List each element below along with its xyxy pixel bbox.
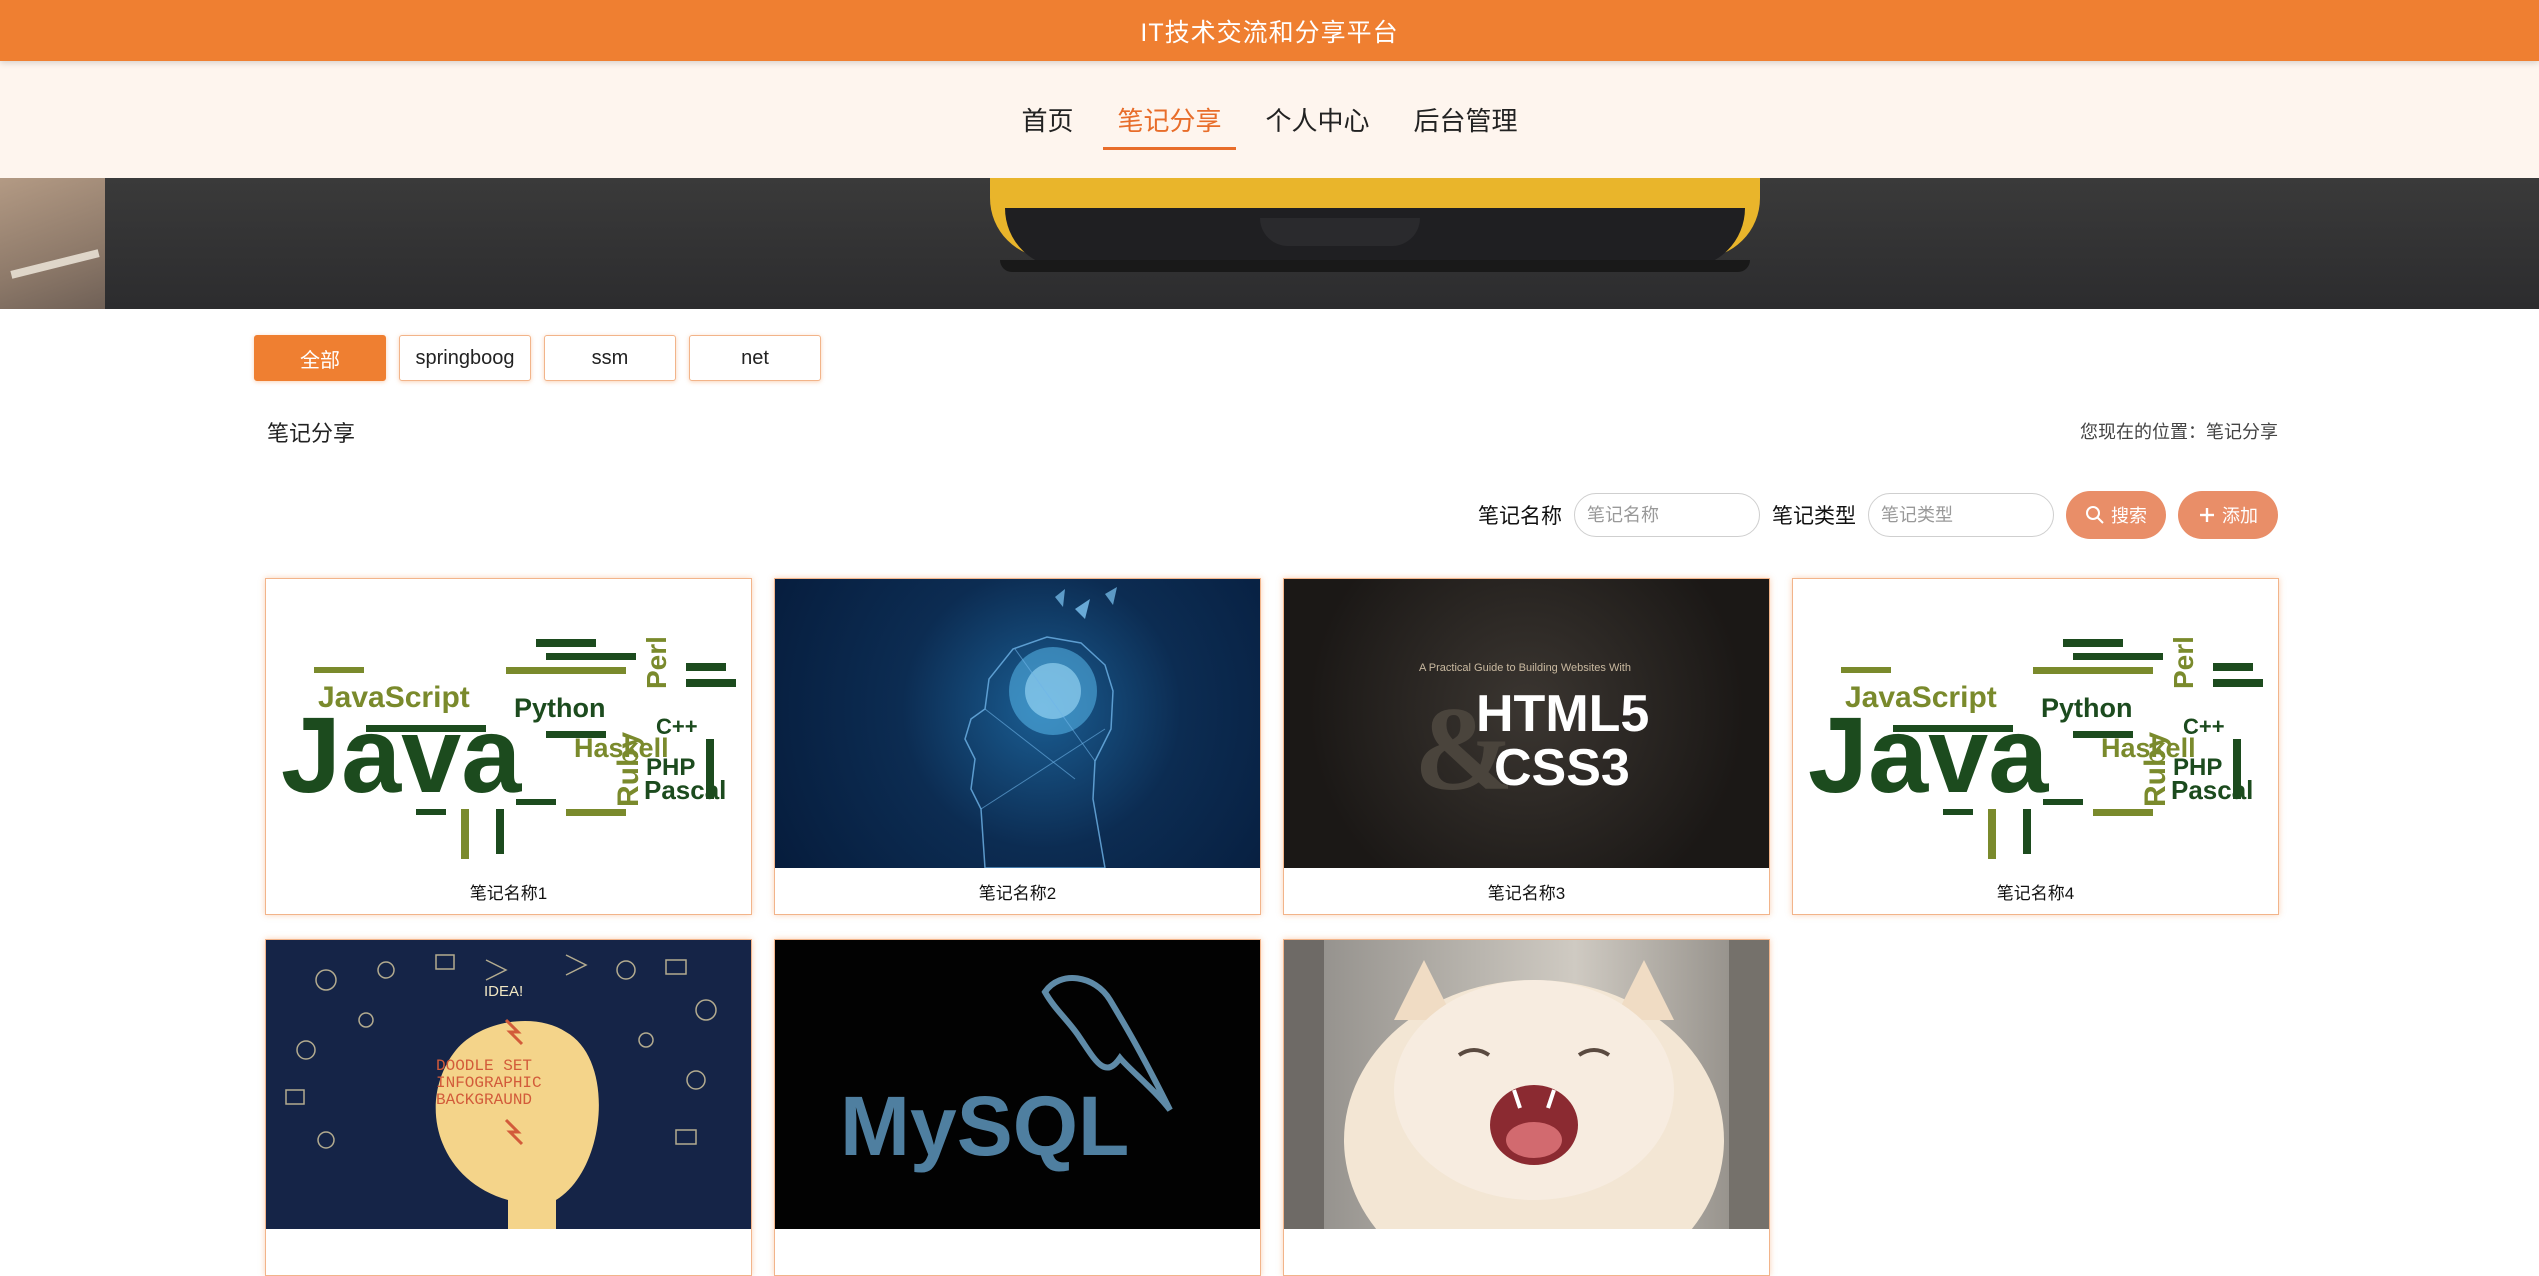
- banner-prev-slide-edge: [0, 178, 105, 309]
- filter-net[interactable]: net: [689, 335, 821, 381]
- filter-all[interactable]: 全部: [254, 335, 386, 381]
- note-name: 笔记名称1: [469, 883, 548, 903]
- word-javascript: JavaScript: [318, 681, 470, 714]
- note-card-5[interactable]: IDEA! DOODLE SET INFOGRAPHIC BACKGRAUND: [265, 939, 752, 1276]
- note-card-7[interactable]: [1283, 939, 1770, 1276]
- filter-springboog[interactable]: springboog: [399, 335, 531, 381]
- search-button-label: 搜索: [2111, 506, 2147, 526]
- card-thumbnail-yawning-cat: [1284, 940, 1769, 1229]
- doodle-title: DOODLE SET INFOGRAPHIC BACKGRAUND: [436, 1057, 542, 1109]
- plus-icon: [2200, 508, 2214, 522]
- word-perl: Perl: [2168, 636, 2199, 689]
- word-cpp: C++: [2183, 714, 2225, 739]
- word-python: Python: [514, 693, 606, 723]
- note-card-3[interactable]: A Practical Guide to Building Websites W…: [1283, 578, 1770, 915]
- word-javascript: JavaScript: [1845, 681, 1997, 714]
- word-php: PHP: [646, 754, 695, 781]
- word-python: Python: [2041, 693, 2133, 723]
- nav-note-share[interactable]: 笔记分享: [1103, 89, 1236, 150]
- banner-carousel[interactable]: [0, 178, 2539, 309]
- category-filters: 全部 springboog ssm net: [254, 335, 821, 381]
- mysql-wordmark: MySQL: [840, 1079, 1129, 1173]
- nav-home[interactable]: 首页: [1007, 89, 1087, 150]
- card-thumbnail-mysql-logo: MySQL: [775, 940, 1260, 1229]
- doodle-idea-text: IDEA!: [484, 983, 523, 1000]
- filter-ssm[interactable]: ssm: [544, 335, 676, 381]
- mysql-logo-image: MySQL: [840, 975, 1173, 1173]
- digital-brain-image: [964, 587, 1117, 868]
- word-ruby: Ruby: [612, 732, 645, 807]
- note-type-label: 笔记类型: [1772, 505, 1856, 528]
- html5-css3-book-image: A Practical Guide to Building Websites W…: [1414, 662, 1649, 815]
- card-thumbnail-digital-brain: [775, 579, 1260, 868]
- note-name-label: 笔记名称: [1478, 505, 1562, 528]
- nav-admin[interactable]: 后台管理: [1400, 89, 1532, 150]
- site-title: IT技术交流和分享平台: [1140, 18, 1399, 47]
- add-button-label: 添加: [2222, 506, 2258, 526]
- note-type-input[interactable]: [1868, 493, 2054, 537]
- word-php: PHP: [2173, 754, 2222, 781]
- search-bar: 笔记名称 笔记类型 搜索 添加: [1478, 491, 2278, 539]
- top-header-bar: IT技术交流和分享平台: [0, 0, 2539, 61]
- main-nav: 首页 笔记分享 个人中心 后台管理: [0, 61, 2539, 178]
- card-thumbnail-doodle-infographic: IDEA! DOODLE SET INFOGRAPHIC BACKGRAUND: [266, 940, 751, 1229]
- word-cpp: C++: [656, 714, 698, 739]
- breadcrumb: 您现在的位置：笔记分享: [2080, 422, 2278, 442]
- doodle-infographic-image: IDEA! DOODLE SET INFOGRAPHIC BACKGRAUND: [285, 954, 717, 1229]
- nav-personal-center[interactable]: 个人中心: [1252, 89, 1384, 150]
- yawning-cat-image: [1284, 940, 1769, 1229]
- book-title-html5: HTML5: [1476, 685, 1649, 743]
- note-name: 笔记名称4: [1996, 883, 2075, 903]
- word-ruby: Ruby: [2139, 732, 2172, 807]
- book-title-css3: CSS3: [1494, 739, 1630, 797]
- add-button[interactable]: 添加: [2178, 491, 2278, 539]
- card-thumbnail-java-word-cloud: Java JavaScript Python Haskell Pascal PH…: [1793, 579, 2278, 868]
- card-thumbnail-html5-css3-book: A Practical Guide to Building Websites W…: [1284, 579, 1769, 868]
- java-word-cloud-image: Java JavaScript Python Haskell Pascal PH…: [281, 636, 736, 859]
- search-icon: [2086, 506, 2104, 524]
- card-thumbnail-java-word-cloud: Java JavaScript Python Haskell Pascal PH…: [266, 579, 751, 868]
- note-name: 笔记名称3: [1487, 883, 1566, 903]
- note-card-2[interactable]: 笔记名称2: [774, 578, 1261, 915]
- page-title: 笔记分享: [267, 421, 356, 446]
- book-subtitle: A Practical Guide to Building Websites W…: [1419, 662, 1631, 674]
- banner-car-grille: [1260, 218, 1420, 246]
- search-button[interactable]: 搜索: [2066, 491, 2166, 539]
- note-card-1[interactable]: Java JavaScript Python Haskell Pascal PH…: [265, 578, 752, 915]
- java-word-cloud-image: Java JavaScript Python Haskell Pascal PH…: [1808, 636, 2263, 859]
- note-card-6[interactable]: MySQL: [774, 939, 1261, 1276]
- note-name-input[interactable]: [1574, 493, 1760, 537]
- note-name: 笔记名称2: [978, 883, 1057, 903]
- banner-car-base: [1000, 260, 1750, 272]
- note-card-4[interactable]: Java JavaScript Python Haskell Pascal PH…: [1792, 578, 2279, 915]
- word-perl: Perl: [641, 636, 672, 689]
